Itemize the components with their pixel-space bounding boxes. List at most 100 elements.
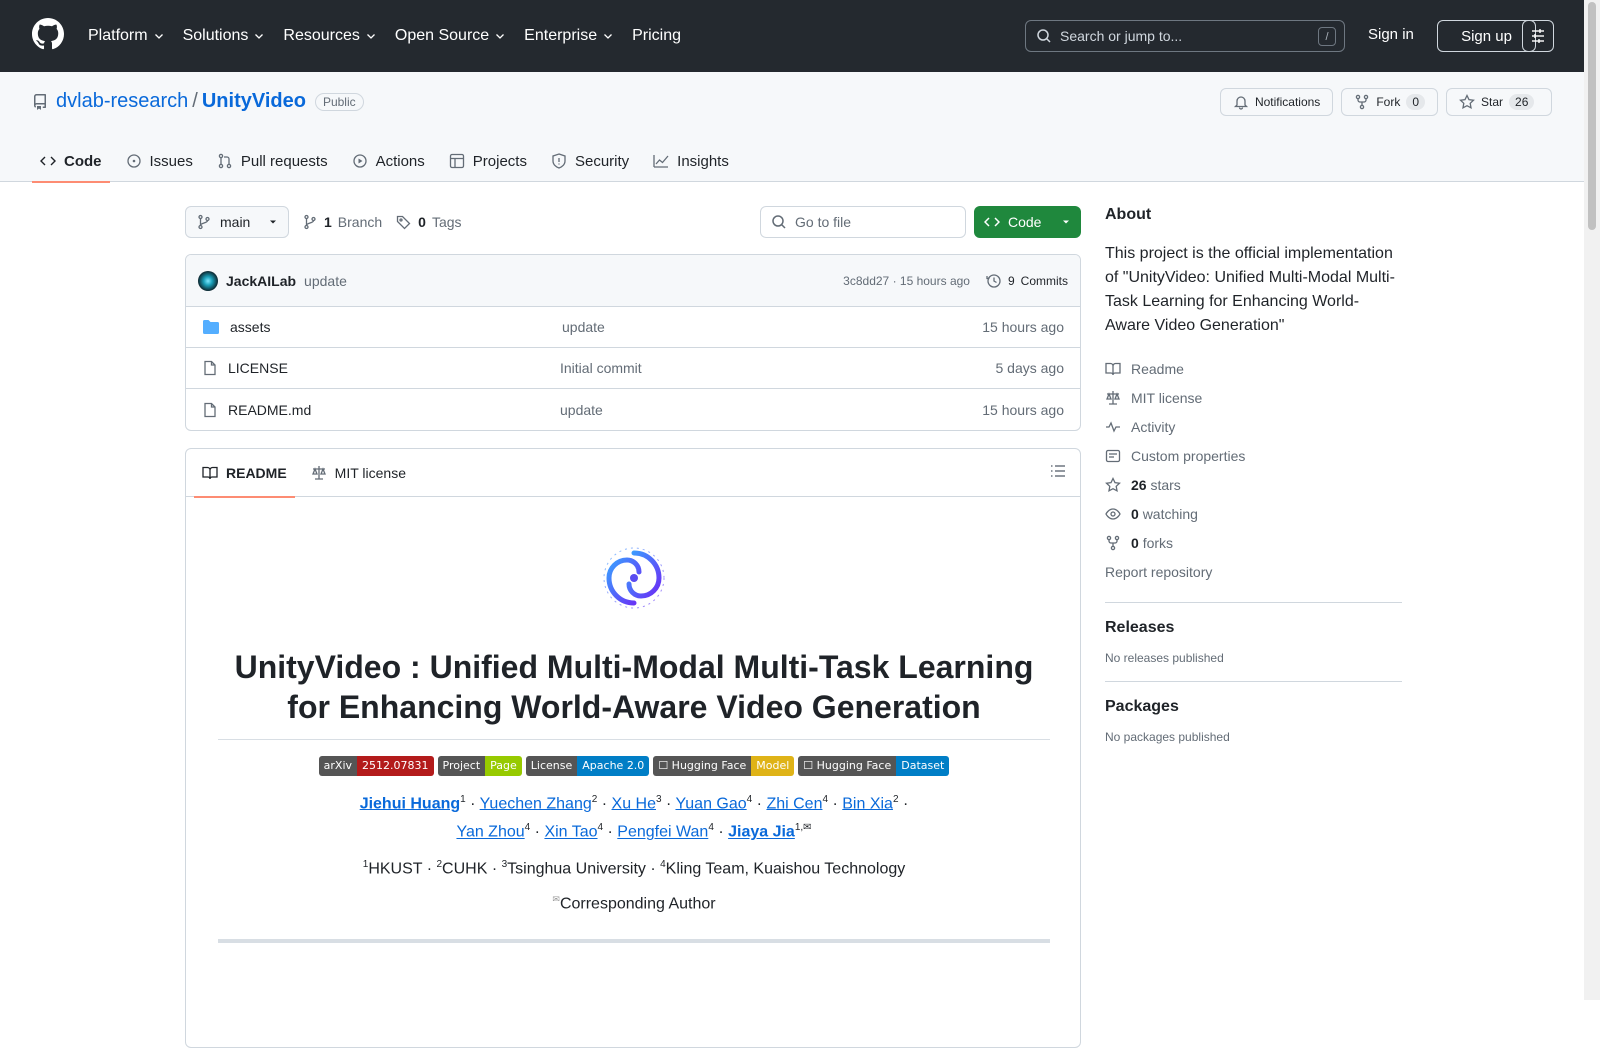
file-commit-message[interactable]: Initial commit (560, 360, 642, 376)
branch-label[interactable]: Branch (338, 214, 382, 230)
file-name[interactable]: README.md (228, 402, 560, 418)
license-link[interactable]: MIT license (1105, 383, 1402, 412)
author-link[interactable]: Yan Zhou (456, 824, 524, 841)
nav-platform[interactable]: Platform (88, 27, 165, 45)
branch-selector[interactable]: main (185, 206, 289, 238)
author-link[interactable]: Yuan Gao (675, 795, 746, 812)
caret-down-icon (1061, 217, 1071, 227)
file-name[interactable]: LICENSE (228, 360, 560, 376)
file-name[interactable]: assets (230, 319, 562, 335)
packages-heading[interactable]: Packages (1105, 698, 1402, 716)
tab-issues[interactable]: Issues (118, 140, 201, 182)
branch-count[interactable]: 1 (324, 214, 332, 230)
chevron-down-icon (365, 30, 377, 42)
folder-icon (202, 319, 220, 335)
readme-title-line2: for Enhancing World-Aware Video Generati… (287, 689, 981, 725)
affiliation-separator: · (645, 859, 661, 877)
custom-properties-link[interactable]: Custom properties (1105, 441, 1402, 470)
go-to-file-input[interactable]: Go to file (760, 206, 966, 238)
tab-code[interactable]: Code (32, 140, 110, 183)
author-link[interactable]: Bin Xia (842, 795, 893, 812)
file-commit-message[interactable]: update (560, 402, 603, 418)
branch-icon (196, 214, 212, 230)
badge-right: Model (751, 756, 795, 776)
nav-resources[interactable]: Resources (283, 27, 376, 45)
fork-button[interactable]: Fork 0 (1341, 88, 1438, 116)
author-separator: · (603, 823, 618, 841)
book-icon (1105, 361, 1121, 377)
tab-pull-requests[interactable]: Pull requests (209, 140, 336, 182)
search-placeholder: Search or jump to... (1060, 28, 1183, 44)
report-repository-link[interactable]: Report repository (1105, 557, 1402, 586)
about-heading: About (1105, 206, 1152, 223)
scrollbar-thumb[interactable] (1588, 2, 1596, 230)
readme-badge[interactable]: ☐ Hugging Face Model (653, 756, 795, 776)
affiliation-separator: · (422, 859, 437, 877)
license-tab[interactable]: MIT license (303, 449, 414, 497)
file-row[interactable]: LICENSE Initial commit 5 days ago (186, 348, 1080, 389)
code-button[interactable]: Code (974, 206, 1081, 238)
nav-solutions[interactable]: Solutions (183, 27, 266, 45)
readme-link[interactable]: Readme (1105, 354, 1402, 383)
nav-pricing[interactable]: Pricing (632, 27, 681, 45)
releases-heading[interactable]: Releases (1105, 619, 1402, 637)
stars-link[interactable]: 26 stars (1105, 470, 1402, 499)
forks-link[interactable]: 0 forks (1105, 528, 1402, 557)
github-logo-icon[interactable] (32, 18, 64, 50)
outline-button[interactable] (1050, 463, 1066, 482)
sign-in-link[interactable]: Sign in (1368, 26, 1414, 43)
author-link[interactable]: Xin Tao (544, 824, 597, 841)
commit-hash[interactable]: 3c8dd27 (843, 274, 889, 288)
code-icon (984, 214, 1000, 230)
repo-name-link[interactable]: UnityVideo (202, 90, 306, 113)
commits-history-link[interactable]: 9 Commits (986, 273, 1068, 289)
tab-security[interactable]: Security (543, 140, 637, 182)
file-row[interactable]: README.md update 15 hours ago (186, 389, 1080, 430)
author-link[interactable]: Zhi Cen (766, 795, 822, 812)
author-line-2: Yan Zhou4 · Xin Tao4 · Pengfei Wan4 · Ji… (218, 816, 1050, 844)
commit-hash-time: 3c8dd27 · 15 hours ago (843, 274, 970, 288)
file-row[interactable]: assets update 15 hours ago (186, 307, 1080, 348)
author-link[interactable]: Yuechen Zhang (480, 795, 592, 812)
readme-tab[interactable]: README (194, 449, 295, 498)
branch-tag-info: 1 Branch 0 Tags (302, 214, 462, 230)
nav-enterprise[interactable]: Enterprise (524, 27, 614, 45)
notifications-button[interactable]: Notifications (1219, 88, 1334, 116)
commit-message[interactable]: update (304, 273, 347, 289)
activity-link[interactable]: Activity (1105, 412, 1402, 441)
watching-label: watching (1142, 505, 1198, 522)
repo-owner-link[interactable]: dvlab-research (56, 90, 188, 113)
author-link[interactable]: Jiehui Huang (360, 795, 460, 812)
readme-badge[interactable]: License Apache 2.0 (525, 756, 650, 776)
shield-icon (551, 153, 567, 169)
readme-badge[interactable]: Project Page (437, 756, 522, 776)
watchers-link[interactable]: 0 watching (1105, 499, 1402, 528)
tag-label[interactable]: Tags (432, 214, 462, 230)
about-description: This project is the official implementat… (1105, 245, 1395, 334)
command-palette-button[interactable] (1522, 20, 1554, 52)
file-icon (202, 360, 218, 376)
file-commit-message[interactable]: update (562, 319, 605, 335)
tag-icon (396, 214, 412, 230)
corresponding-note: ✉Corresponding Author (218, 894, 1050, 913)
tag-count[interactable]: 0 (418, 214, 426, 230)
badge-right: Dataset (896, 756, 950, 776)
forks-count: 0 (1131, 534, 1139, 551)
commit-meta-separator: · (892, 273, 897, 288)
commit-author[interactable]: JackAILab (226, 273, 296, 289)
tab-insights[interactable]: Insights (645, 140, 737, 182)
nav-open-source[interactable]: Open Source (395, 27, 506, 45)
author-link[interactable]: Xu He (612, 795, 656, 812)
tab-actions[interactable]: Actions (344, 140, 433, 182)
readme-badge[interactable]: ☐ Hugging Face Dataset (798, 756, 950, 776)
star-button[interactable]: Star 26 (1446, 88, 1552, 116)
search-input[interactable]: Search or jump to... / (1025, 20, 1345, 52)
readme-badge[interactable]: arXiv 2512.07831 (318, 756, 434, 776)
page-scrollbar[interactable] (1584, 0, 1600, 1000)
author-separator: · (828, 795, 843, 813)
author-link[interactable]: Pengfei Wan (617, 824, 708, 841)
heading-divider (218, 739, 1050, 740)
tab-projects[interactable]: Projects (441, 140, 535, 182)
avatar[interactable] (198, 270, 218, 291)
author-link[interactable]: Jiaya Jia (728, 824, 795, 841)
